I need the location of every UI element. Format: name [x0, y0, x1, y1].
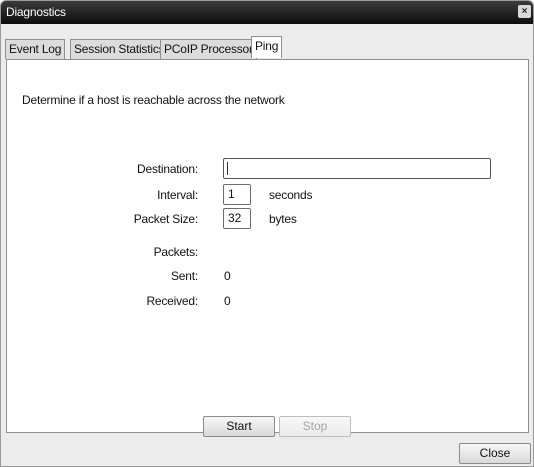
- destination-input[interactable]: [223, 158, 491, 179]
- tab-session-statistics[interactable]: Session Statistics: [70, 39, 169, 59]
- tab-event-log[interactable]: Event Log: [5, 39, 66, 59]
- tab-pcoip-processor[interactable]: PCoIP Processor: [160, 39, 257, 59]
- interval-input[interactable]: 1: [223, 184, 251, 205]
- packet-size-input[interactable]: 32: [223, 208, 251, 229]
- received-label: Received:: [146, 294, 198, 308]
- text-caret: [227, 162, 228, 175]
- ping-description: Determine if a host is reachable across …: [22, 93, 285, 107]
- window-close-icon[interactable]: ×: [518, 5, 531, 18]
- interval-unit: seconds: [269, 188, 313, 202]
- sent-value: 0: [224, 269, 231, 283]
- received-value: 0: [224, 294, 231, 308]
- ping-panel: Determine if a host is reachable across …: [6, 59, 529, 437]
- packets-label: Packets:: [153, 245, 199, 259]
- packet-size-unit: bytes: [269, 212, 297, 226]
- diagnostics-window: Diagnostics × Event Log Session Statisti…: [0, 0, 534, 467]
- title-bar: Diagnostics ×: [1, 1, 533, 24]
- stop-button[interactable]: Stop: [279, 416, 351, 437]
- sent-label: Sent:: [170, 269, 198, 283]
- close-button[interactable]: Close: [459, 443, 531, 464]
- window-title: Diagnostics: [6, 5, 66, 19]
- start-button[interactable]: Start: [203, 416, 275, 437]
- tab-ping[interactable]: Ping: [251, 36, 283, 58]
- packet-size-label: Packet Size:: [133, 212, 199, 226]
- interval-label: Interval:: [157, 188, 198, 202]
- destination-label: Destination:: [137, 162, 198, 176]
